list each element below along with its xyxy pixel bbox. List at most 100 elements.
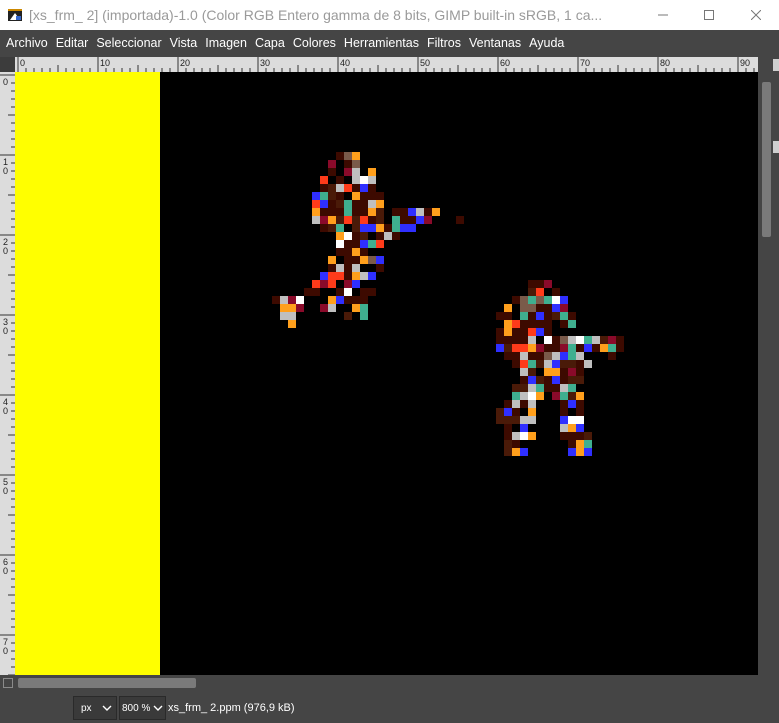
ruler-corner[interactable] [0, 57, 15, 72]
sprite-pixel [336, 288, 344, 296]
navigate-icon[interactable] [3, 678, 13, 688]
sprite-pixel [568, 416, 576, 424]
menu-ventanas[interactable]: Ventanas [465, 36, 525, 50]
ruler-label: 0 [3, 566, 8, 576]
sprite-pixel [608, 352, 616, 360]
sprite-pixel [496, 312, 504, 320]
menu-archivo[interactable]: Archivo [2, 36, 52, 50]
vertical-ruler[interactable]: 010203040506070 [0, 72, 15, 675]
horizontal-scroll-thumb[interactable] [18, 678, 196, 688]
ruler-label: 0 [3, 646, 8, 656]
zoom-select[interactable]: 800 % [119, 696, 166, 720]
sprite-pixel [312, 216, 320, 224]
sprite-pixel [352, 216, 360, 224]
menu-colores[interactable]: Colores [289, 36, 340, 50]
sprite-pixel [360, 224, 368, 232]
sprite-pixel [528, 432, 536, 440]
sprite-pixel [328, 160, 336, 168]
ruler-label: 40 [340, 58, 350, 68]
image-canvas[interactable] [15, 72, 758, 675]
minimize-icon [658, 14, 668, 16]
sprite-pixel [360, 208, 368, 216]
sprite-pixel [552, 384, 560, 392]
sprite-pixel [336, 200, 344, 208]
sprite-pixel [328, 208, 336, 216]
sprite-pixel [360, 272, 368, 280]
menu-herramientas[interactable]: Herramientas [340, 36, 423, 50]
minimize-button[interactable] [640, 0, 686, 30]
sprite-pixel [528, 304, 536, 312]
sprite-pixel [360, 200, 368, 208]
sprite-pixel [504, 400, 512, 408]
file-info: xs_frm_ 2.ppm (976,9 kB) [168, 702, 295, 714]
menu-vista[interactable]: Vista [166, 36, 202, 50]
sprite-pixel [576, 344, 584, 352]
sprite-pixel [536, 288, 544, 296]
sprite-pixel [344, 240, 352, 248]
sprite-pixel [288, 312, 296, 320]
sprite-pixel [288, 296, 296, 304]
sprite-pixel [544, 384, 552, 392]
sprite-pixel [544, 376, 552, 384]
menu-bar: Archivo Editar Seleccionar Vista Imagen … [0, 30, 779, 55]
sprite-pixel [584, 432, 592, 440]
menu-editar[interactable]: Editar [52, 36, 93, 50]
sprite-pixel [352, 184, 360, 192]
sprite-pixel [368, 240, 376, 248]
sprite-pixel [608, 344, 616, 352]
sprite-pixel [512, 296, 520, 304]
sprite-pixel [280, 312, 288, 320]
vertical-scroll-thumb[interactable] [762, 82, 771, 237]
sprite-pixel [456, 216, 464, 224]
sprite-pixel [528, 368, 536, 376]
menu-ayuda[interactable]: Ayuda [525, 36, 568, 50]
sprite-pixel [344, 200, 352, 208]
sprite-pixel [424, 208, 432, 216]
sprite-pixel [528, 296, 536, 304]
sprite-pixel [328, 296, 336, 304]
sprite-pixel [600, 336, 608, 344]
menu-seleccionar[interactable]: Seleccionar [92, 36, 165, 50]
ruler-label: 80 [660, 58, 670, 68]
sprite-pixel [376, 208, 384, 216]
sprite-pixel [552, 376, 560, 384]
sprite-pixel [376, 264, 384, 272]
menu-imagen[interactable]: Imagen [201, 36, 251, 50]
sprite-pixel [496, 336, 504, 344]
sprite-pixel [576, 400, 584, 408]
sprite-pixel [568, 312, 576, 320]
menu-capa[interactable]: Capa [251, 36, 289, 50]
ruler-label: 50 [420, 58, 430, 68]
sprite-pixel [504, 448, 512, 456]
sprite-pixel [360, 216, 368, 224]
sprite-pixel [352, 224, 360, 232]
sprite-pixel [584, 344, 592, 352]
sprite-pixel [576, 432, 584, 440]
chevron-down-icon [102, 705, 112, 711]
sprite-pixel [552, 296, 560, 304]
sprite-pixel [552, 344, 560, 352]
sprite-pixel [520, 296, 528, 304]
ruler-label: 0 [20, 58, 25, 68]
sprite-pixel [352, 264, 360, 272]
window-title: [xs_frm_ 2] (importada)-1.0 (Color RGB E… [29, 7, 603, 23]
sprite-pixel [568, 352, 576, 360]
ruler-label: 0 [3, 246, 8, 256]
menu-filtros[interactable]: Filtros [423, 36, 465, 50]
sprite-pixel [416, 216, 424, 224]
close-button[interactable] [733, 0, 779, 30]
sprite-pixel [496, 344, 504, 352]
sprite-pixel [536, 296, 544, 304]
sprite-pixel [392, 232, 400, 240]
sprite-pixel [536, 280, 544, 288]
sprite-pixel [528, 336, 536, 344]
horizontal-ruler[interactable]: 0 10 20 30 40 50 60 70 80 90 [15, 57, 758, 72]
sprite-pixel [528, 408, 536, 416]
sprite-figure-left [272, 152, 464, 328]
maximize-button[interactable] [686, 0, 732, 30]
sprite-pixel [600, 344, 608, 352]
sprite-pixel [568, 336, 576, 344]
sprite-pixel [520, 416, 528, 424]
sprite-pixel [552, 360, 560, 368]
unit-select[interactable]: px [73, 696, 117, 720]
